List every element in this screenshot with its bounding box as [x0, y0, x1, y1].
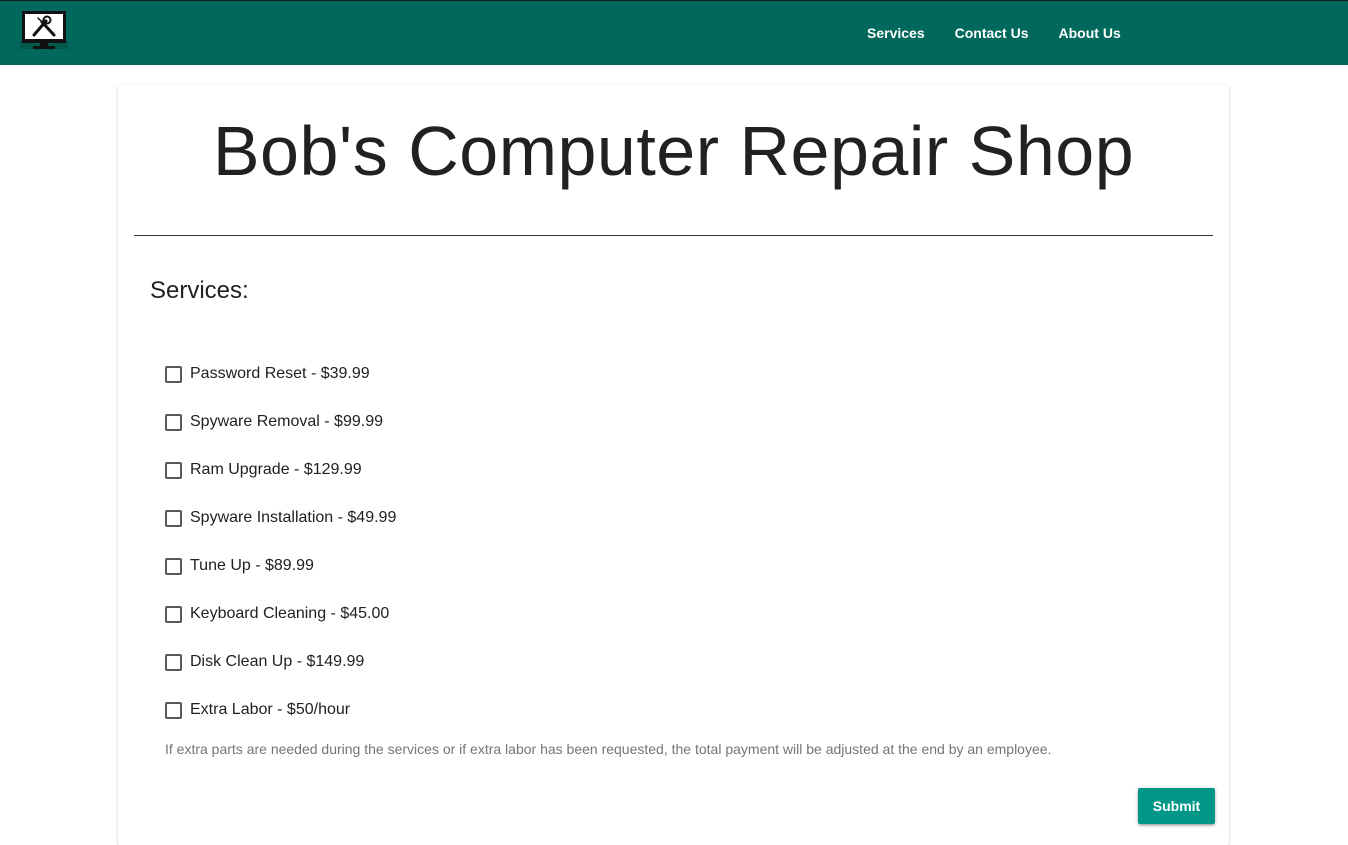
- submit-button[interactable]: Submit: [1138, 788, 1215, 824]
- service-label: Spyware Removal - $99.99: [190, 413, 383, 430]
- checkbox[interactable]: [165, 557, 182, 575]
- service-item-spyware-installation[interactable]: Spyware Installation - $49.99: [165, 494, 396, 542]
- service-item-tune-up[interactable]: Tune Up - $89.99: [165, 542, 396, 590]
- service-label: Ram Upgrade - $129.99: [190, 461, 362, 478]
- checkbox[interactable]: [165, 509, 182, 527]
- service-item-keyboard-cleaning[interactable]: Keyboard Cleaning - $45.00: [165, 590, 396, 638]
- adjustment-note: If extra parts are needed during the ser…: [165, 741, 1052, 757]
- service-label: Tune Up - $89.99: [190, 557, 314, 574]
- checkbox[interactable]: [165, 461, 182, 479]
- divider: [134, 235, 1213, 236]
- checkbox[interactable]: [165, 701, 182, 719]
- nav-link-contact-us[interactable]: Contact Us: [940, 1, 1044, 66]
- service-item-spyware-removal[interactable]: Spyware Removal - $99.99: [165, 398, 396, 446]
- checkbox[interactable]: [165, 653, 182, 671]
- computer-repair-tools-icon[interactable]: [20, 9, 68, 51]
- service-item-disk-clean-up[interactable]: Disk Clean Up - $149.99: [165, 638, 396, 686]
- service-item-extra-labor[interactable]: Extra Labor - $50/hour: [165, 686, 396, 734]
- service-list: Password Reset - $39.99 Spyware Removal …: [165, 350, 396, 734]
- checkbox[interactable]: [165, 365, 182, 383]
- services-card: Bob's Computer Repair Shop Services: Pas…: [118, 85, 1229, 845]
- checkbox[interactable]: [165, 413, 182, 431]
- service-item-password-reset[interactable]: Password Reset - $39.99: [165, 350, 396, 398]
- checkbox[interactable]: [165, 605, 182, 623]
- services-heading: Services:: [150, 277, 249, 304]
- nav-links: Services Contact Us About Us: [852, 1, 1136, 66]
- service-item-ram-upgrade[interactable]: Ram Upgrade - $129.99: [165, 446, 396, 494]
- service-label: Disk Clean Up - $149.99: [190, 653, 365, 670]
- nav-link-services[interactable]: Services: [852, 1, 940, 66]
- service-label: Spyware Installation - $49.99: [190, 509, 397, 526]
- navbar: Services Contact Us About Us: [0, 0, 1348, 65]
- nav-link-about-us[interactable]: About Us: [1044, 1, 1136, 66]
- page-title: Bob's Computer Repair Shop: [212, 112, 1135, 190]
- service-label: Keyboard Cleaning - $45.00: [190, 605, 390, 622]
- service-label: Extra Labor - $50/hour: [190, 701, 351, 718]
- service-label: Password Reset - $39.99: [190, 365, 370, 382]
